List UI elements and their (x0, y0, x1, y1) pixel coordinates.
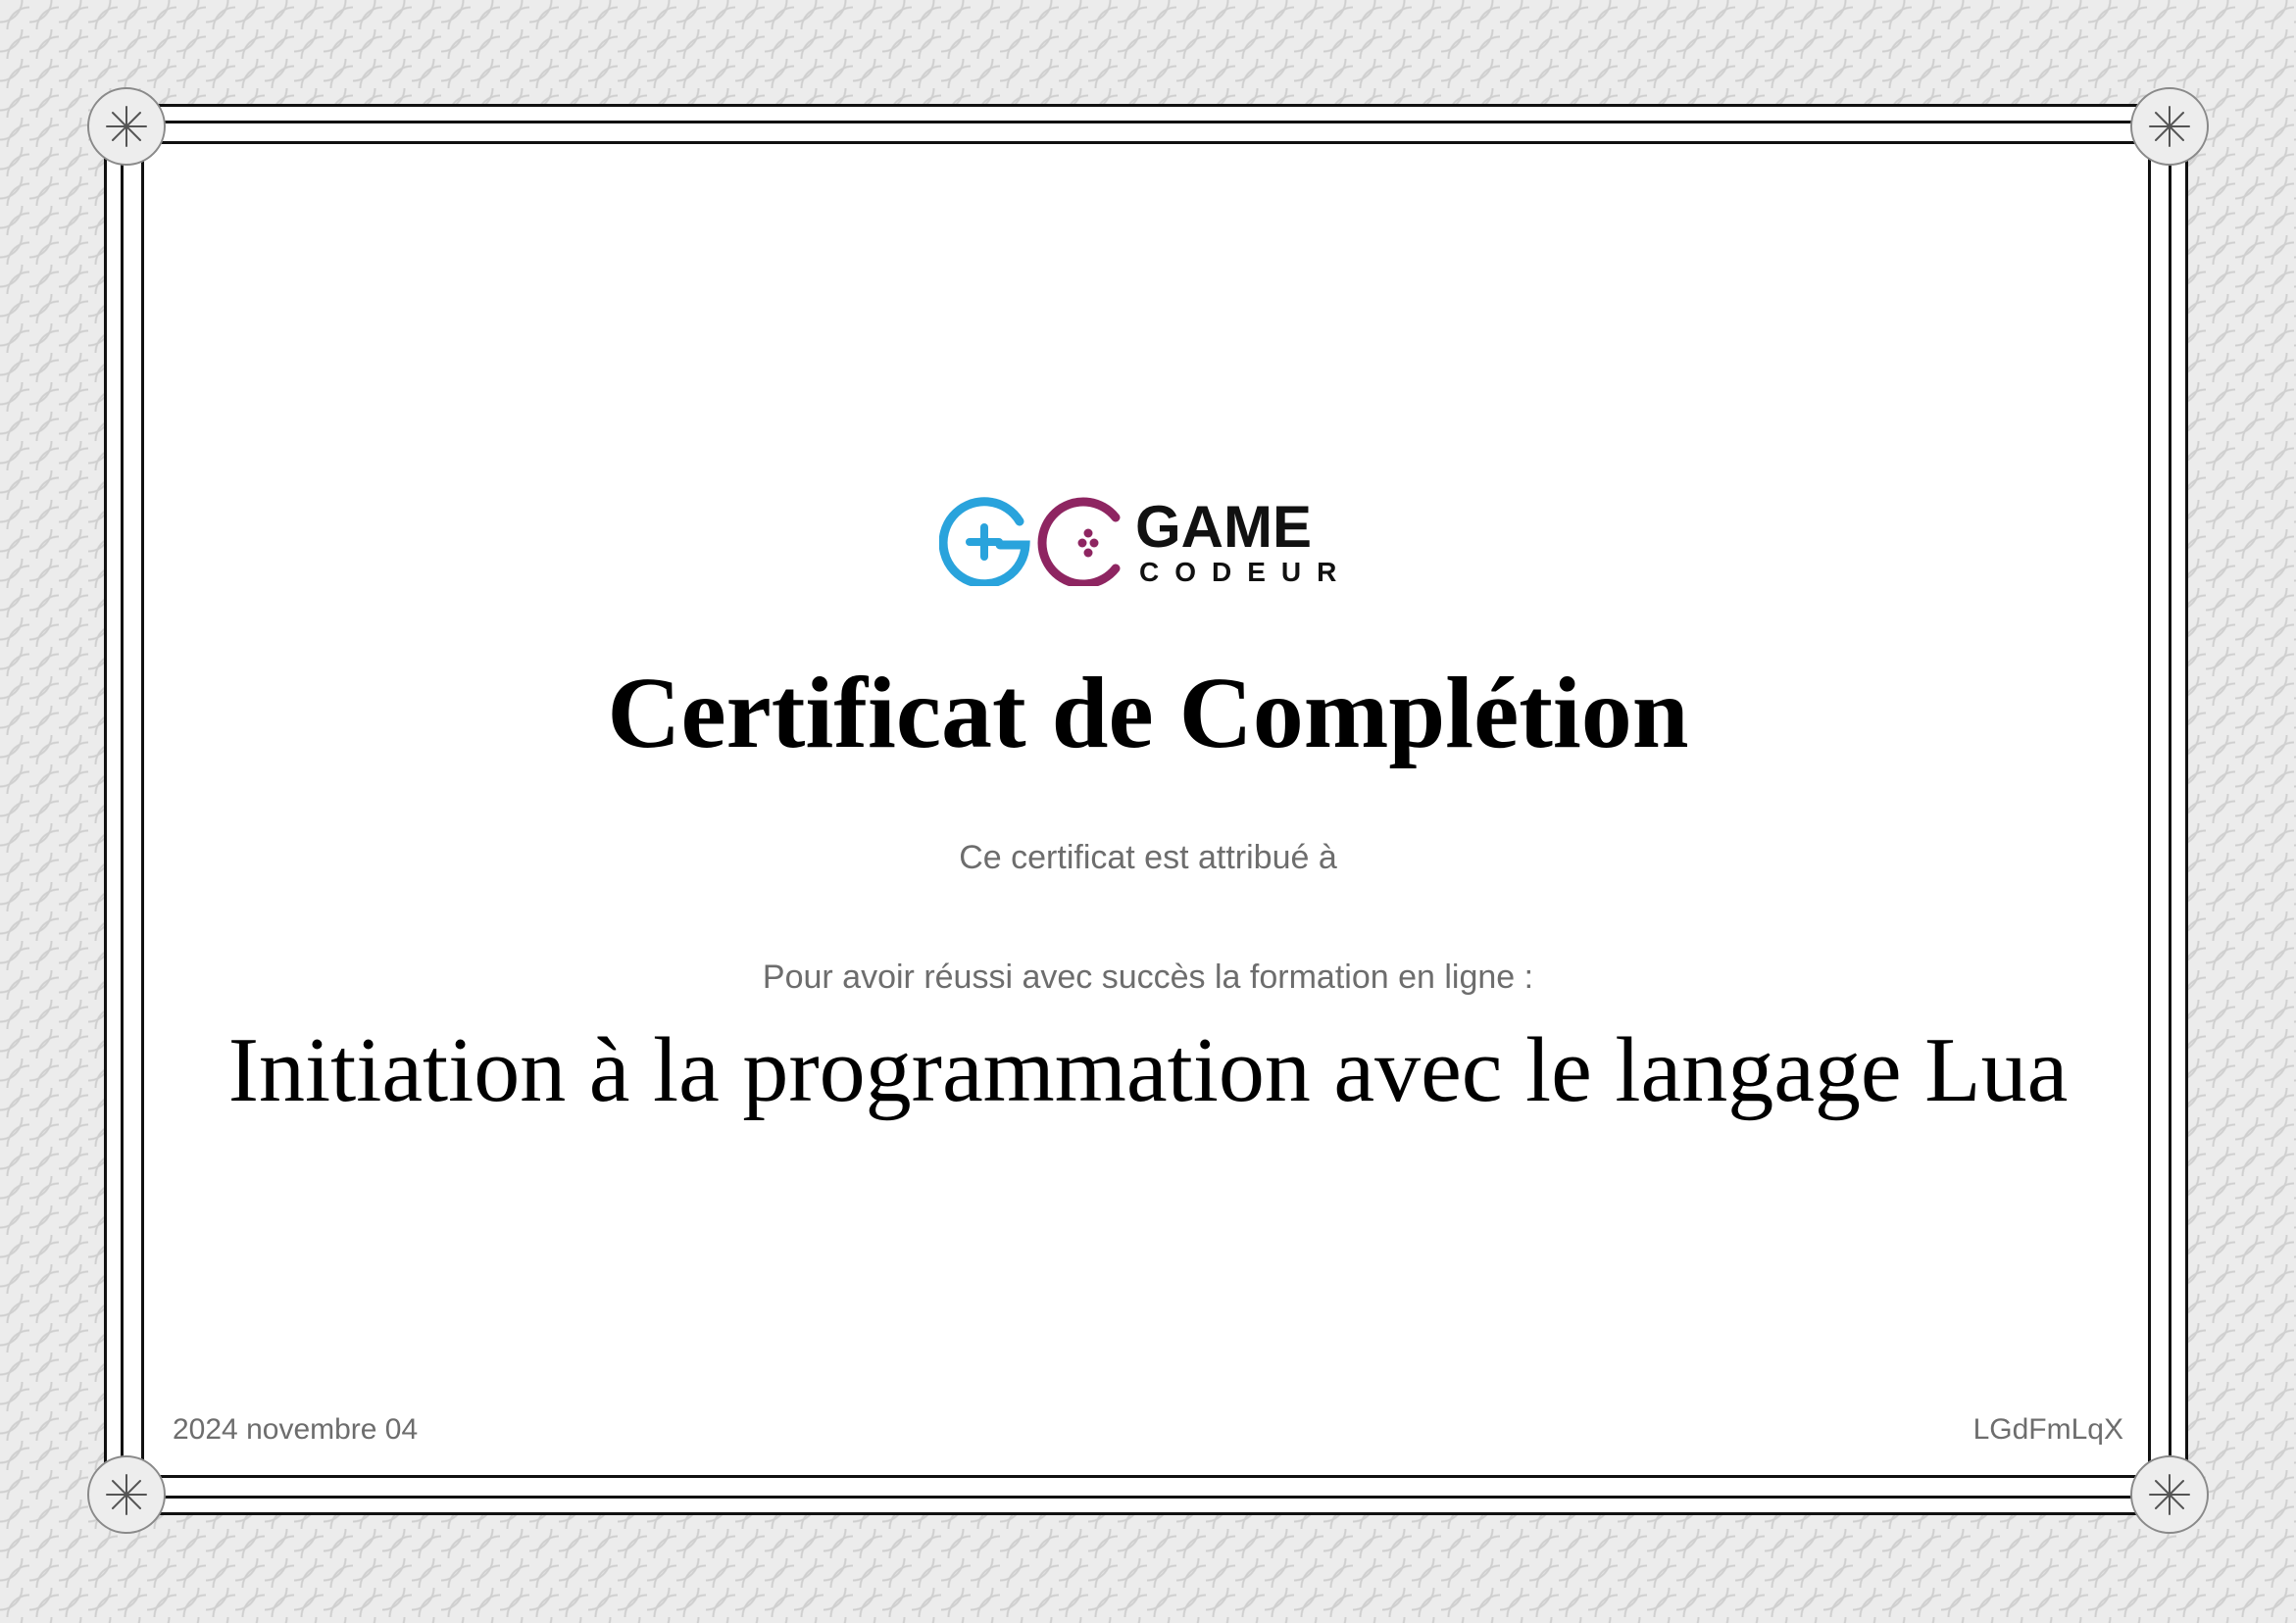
corner-star-icon (2130, 1455, 2209, 1534)
logo-c-gamepad-icon (1037, 497, 1121, 589)
course-name: Initiation à la programmation avec le la… (227, 1019, 2069, 1121)
awarded-to-text: Ce certificat est attribué à (959, 839, 1337, 876)
game-codeur-logo: GAME CODEUR (938, 488, 1361, 589)
corner-star-icon (87, 1455, 166, 1534)
certificate-frame (104, 104, 2188, 1515)
corner-star-icon (2130, 87, 2209, 166)
logo-brand-sub: CODEUR (1139, 557, 1352, 586)
certificate-code: LGdFmLqX (1972, 1413, 2123, 1446)
corner-star-icon (87, 87, 166, 166)
certificate-date: 2024 novembre 04 (173, 1413, 419, 1446)
logo-g-plus-icon (938, 497, 1030, 589)
logo-brand-main: GAME (1135, 494, 1312, 560)
certificate-title: Certificat de Complétion (607, 657, 1689, 769)
completion-text: Pour avoir réussi avec succès la formati… (762, 959, 1534, 996)
